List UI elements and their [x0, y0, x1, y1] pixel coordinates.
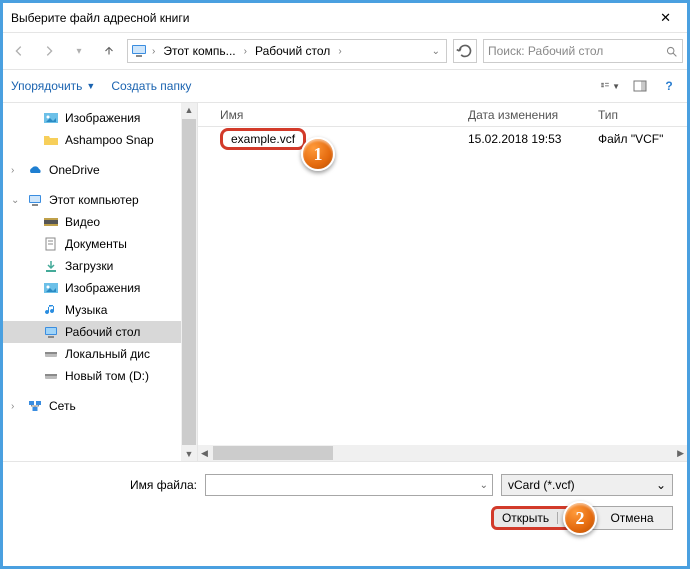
tree-item-pictures[interactable]: Изображения 📌 [3, 107, 197, 129]
new-folder-button[interactable]: Создать папку [111, 79, 191, 93]
annotation-callout-2: 2 [563, 501, 597, 535]
refresh-button[interactable] [453, 39, 477, 63]
file-list[interactable]: Имя Дата изменения Тип example.vcf 15.02… [198, 103, 687, 461]
tree-item-ashampoo[interactable]: Ashampoo Snap [3, 129, 197, 151]
desktop-icon [43, 324, 59, 340]
pictures-icon [43, 110, 59, 126]
scroll-up-icon[interactable]: ▲ [185, 103, 194, 117]
cancel-button[interactable]: Отмена [591, 506, 673, 530]
nav-tree[interactable]: Изображения 📌 Ashampoo Snap › OneDrive ⌄ [3, 103, 198, 461]
organize-menu[interactable]: Упорядочить ▼ [11, 79, 95, 93]
scrollbar-thumb[interactable] [213, 446, 333, 460]
tree-label: Локальный дис [65, 347, 150, 361]
scroll-down-icon[interactable]: ▼ [185, 447, 194, 461]
chevron-right-icon: › [150, 46, 157, 57]
music-icon [43, 302, 59, 318]
tree-label: Изображения [65, 111, 140, 125]
onedrive-icon [27, 162, 43, 178]
view-mode-button[interactable]: ▼ [599, 75, 621, 97]
list-item[interactable]: example.vcf 15.02.2018 19:53 Файл "VCF" [198, 127, 687, 151]
tree-label: Рабочий стол [65, 325, 140, 339]
chevron-down-icon[interactable]: ⌄ [480, 480, 488, 491]
nav-back-button[interactable] [7, 39, 31, 63]
tree-label: OneDrive [49, 163, 100, 177]
recent-locations-button[interactable]: ▾ [67, 39, 91, 63]
tree-label: Новый том (D:) [65, 369, 149, 383]
collapse-icon[interactable]: ⌄ [11, 195, 19, 206]
this-pc-icon [27, 192, 43, 208]
help-button[interactable]: ? [659, 79, 679, 93]
tree-label: Документы [65, 237, 127, 251]
file-type: Файл "VCF" [598, 132, 687, 146]
column-date-header[interactable]: Дата изменения [468, 108, 598, 122]
breadcrumb-dropdown-icon[interactable]: ⌄ [432, 46, 444, 57]
nav-up-button[interactable] [97, 39, 121, 63]
this-pc-icon [130, 42, 148, 60]
drive-icon [43, 368, 59, 384]
tree-label: Видео [65, 215, 100, 229]
videos-icon [43, 214, 59, 230]
scroll-right-icon[interactable]: ▶ [674, 448, 687, 459]
filename-input[interactable]: ⌄ [205, 474, 493, 496]
tree-label: Загрузки [65, 259, 113, 273]
column-type-header[interactable]: Тип [598, 108, 687, 122]
filename-label: Имя файла: [17, 478, 197, 492]
tree-item-downloads[interactable]: Загрузки [3, 255, 197, 277]
file-name[interactable]: example.vcf [220, 128, 306, 150]
drive-icon [43, 346, 59, 362]
tree-scrollbar[interactable]: ▲ ▼ [181, 103, 197, 461]
tree-item-newvolume[interactable]: Новый том (D:) [3, 365, 197, 387]
tree-label: Этот компьютер [49, 193, 139, 207]
scroll-left-icon[interactable]: ◀ [198, 448, 211, 459]
filter-label: vCard (*.vcf) [508, 478, 575, 492]
documents-icon [43, 236, 59, 252]
chevron-down-icon: ⌄ [656, 478, 666, 492]
column-name-header[interactable]: Имя [198, 108, 468, 122]
nav-forward-button[interactable] [37, 39, 61, 63]
network-icon [27, 398, 43, 414]
tree-item-desktop[interactable]: Рабочий стол [3, 321, 197, 343]
scrollbar-thumb[interactable] [182, 119, 196, 445]
chevron-down-icon: ▼ [612, 82, 620, 91]
search-input[interactable]: Поиск: Рабочий стол [483, 39, 683, 63]
chevron-right-icon: › [242, 46, 249, 57]
preview-pane-button[interactable] [629, 75, 651, 97]
search-icon [665, 45, 678, 58]
folder-icon [43, 132, 59, 148]
breadcrumb-seg-desktop[interactable]: Рабочий стол [251, 44, 334, 58]
expand-icon[interactable]: › [11, 165, 14, 176]
dialog-title: Выберите файл адресной книги [11, 11, 189, 25]
tree-label: Ashampoo Snap [65, 133, 154, 147]
tree-label: Изображения [65, 281, 140, 295]
chevron-right-icon: › [336, 46, 343, 57]
pictures-icon [43, 280, 59, 296]
annotation-callout-1: 1 [301, 137, 335, 171]
close-icon[interactable]: ✕ [652, 6, 679, 30]
breadcrumb-seg-thispc[interactable]: Этот компь... [159, 44, 239, 58]
tree-item-pictures2[interactable]: Изображения [3, 277, 197, 299]
tree-label: Музыка [65, 303, 107, 317]
file-date: 15.02.2018 19:53 [468, 132, 598, 146]
breadcrumb[interactable]: › Этот компь... › Рабочий стол › ⌄ [127, 39, 447, 63]
search-placeholder: Поиск: Рабочий стол [488, 44, 603, 58]
tree-item-thispc[interactable]: ⌄ Этот компьютер [3, 189, 197, 211]
tree-item-network[interactable]: › Сеть [3, 395, 197, 417]
tree-label: Сеть [49, 399, 76, 413]
tree-item-onedrive[interactable]: › OneDrive [3, 159, 197, 181]
expand-icon[interactable]: › [11, 401, 14, 412]
tree-item-videos[interactable]: Видео [3, 211, 197, 233]
tree-item-music[interactable]: Музыка [3, 299, 197, 321]
downloads-icon [43, 258, 59, 274]
chevron-down-icon: ▼ [86, 81, 95, 91]
tree-item-documents[interactable]: Документы [3, 233, 197, 255]
tree-item-localdisk[interactable]: Локальный дис [3, 343, 197, 365]
list-hscrollbar[interactable]: ◀ ▶ [198, 445, 687, 461]
filetype-filter[interactable]: vCard (*.vcf) ⌄ [501, 474, 673, 496]
